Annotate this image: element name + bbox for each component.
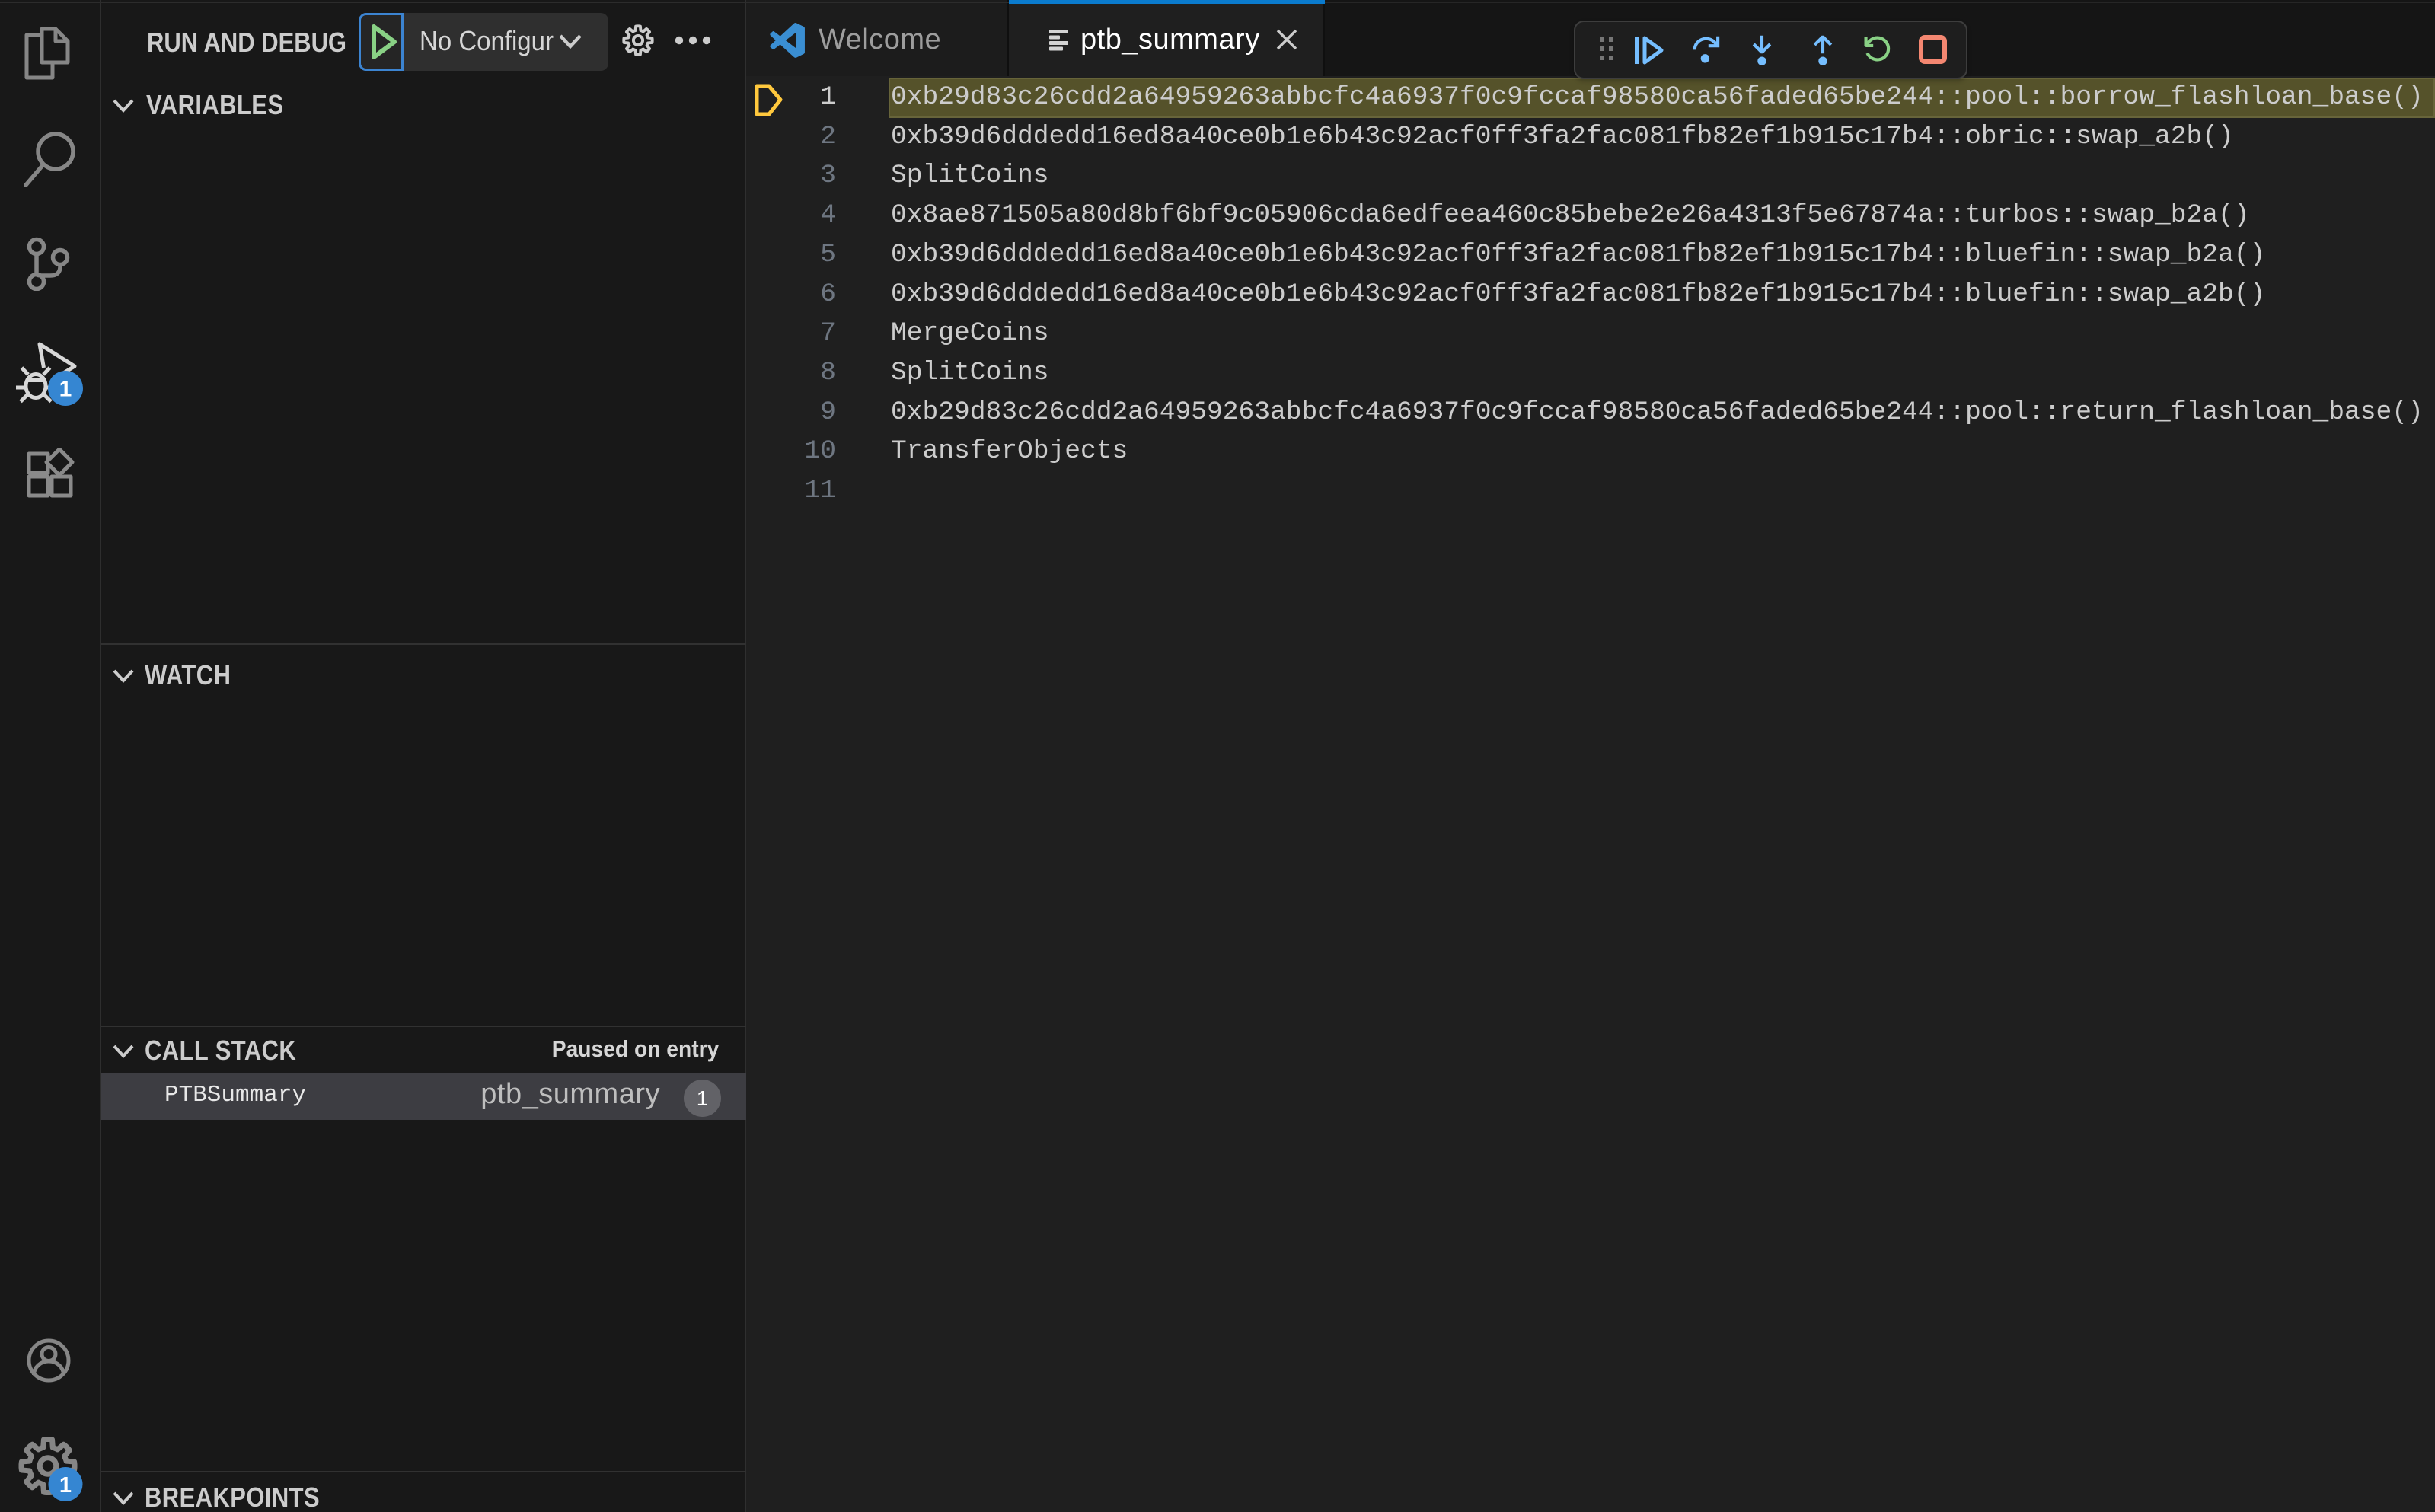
svg-text:1: 1 — [59, 377, 72, 402]
svg-text:1: 1 — [59, 1473, 72, 1498]
